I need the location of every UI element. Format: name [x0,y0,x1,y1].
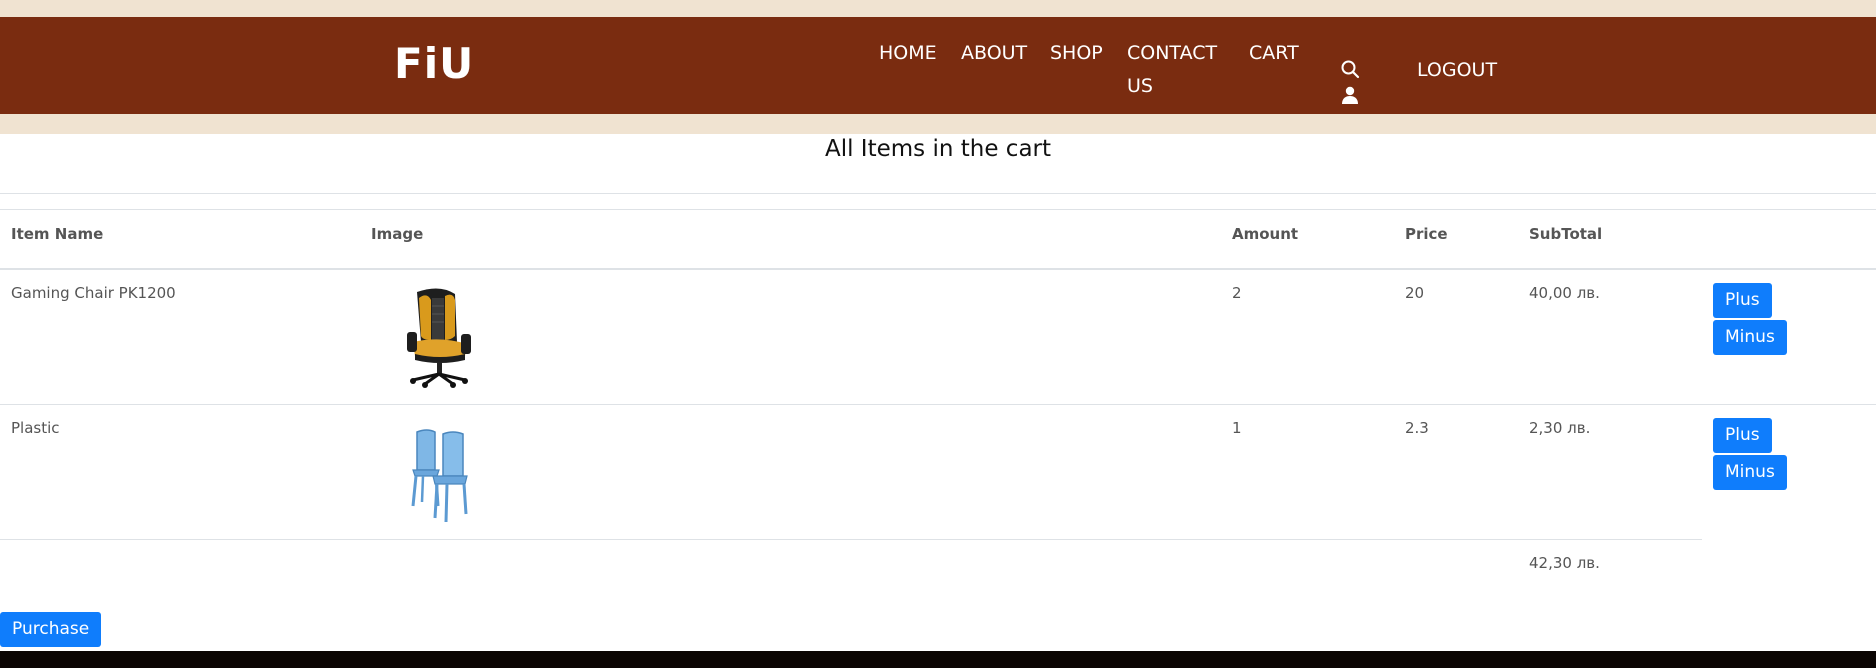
table-header-divider [0,268,1876,270]
minus-button[interactable]: Minus [1713,320,1787,355]
item-price: 20 [1405,284,1425,302]
column-header-item-name: Item Name [11,225,104,243]
top-strip [0,0,1876,17]
plus-button[interactable]: Plus [1713,418,1772,453]
item-name: Plastic [11,419,60,437]
item-name: Gaming Chair PK1200 [11,284,176,302]
column-header-price: Price [1405,225,1448,243]
column-header-subtotal: SubTotal [1529,225,1603,243]
footer [0,651,1876,668]
brand-logo[interactable]: FiU [394,39,474,88]
nav-about-link[interactable]: ABOUT [961,37,1027,70]
nav-contact-link[interactable]: CONTACT US [1127,37,1237,103]
column-header-image: Image [371,225,424,243]
item-amount: 2 [1232,284,1242,302]
item-amount: 1 [1232,419,1242,437]
header-bottom-strip [0,114,1876,134]
divider [0,193,1876,194]
page-title: All Items in the cart [824,136,1052,162]
nav-cart-link[interactable]: CART [1249,37,1299,70]
item-subtotal: 2,30 лв. [1529,419,1591,437]
nav-shop-link[interactable]: SHOP [1050,37,1103,70]
minus-button[interactable]: Minus [1713,455,1787,490]
search-icon[interactable] [1340,59,1360,79]
divider [0,209,1876,210]
user-icon[interactable] [1340,85,1360,105]
nav-logout-link[interactable]: LOGOUT [1417,54,1497,87]
item-subtotal: 40,00 лв. [1529,284,1600,302]
cart-total: 42,30 лв. [1529,554,1600,572]
navbar: FiU HOME ABOUT SHOP CONTACT US CART LOGO… [0,17,1876,114]
gaming-chair-image [395,284,485,389]
column-header-amount: Amount [1232,225,1299,243]
item-price: 2.3 [1405,419,1429,437]
plastic-chairs-image [389,424,489,524]
purchase-button[interactable]: Purchase [0,612,102,647]
nav-home-link[interactable]: HOME [879,37,937,70]
row-divider [0,539,1702,540]
plus-button[interactable]: Plus [1713,283,1772,318]
row-divider [0,404,1876,405]
